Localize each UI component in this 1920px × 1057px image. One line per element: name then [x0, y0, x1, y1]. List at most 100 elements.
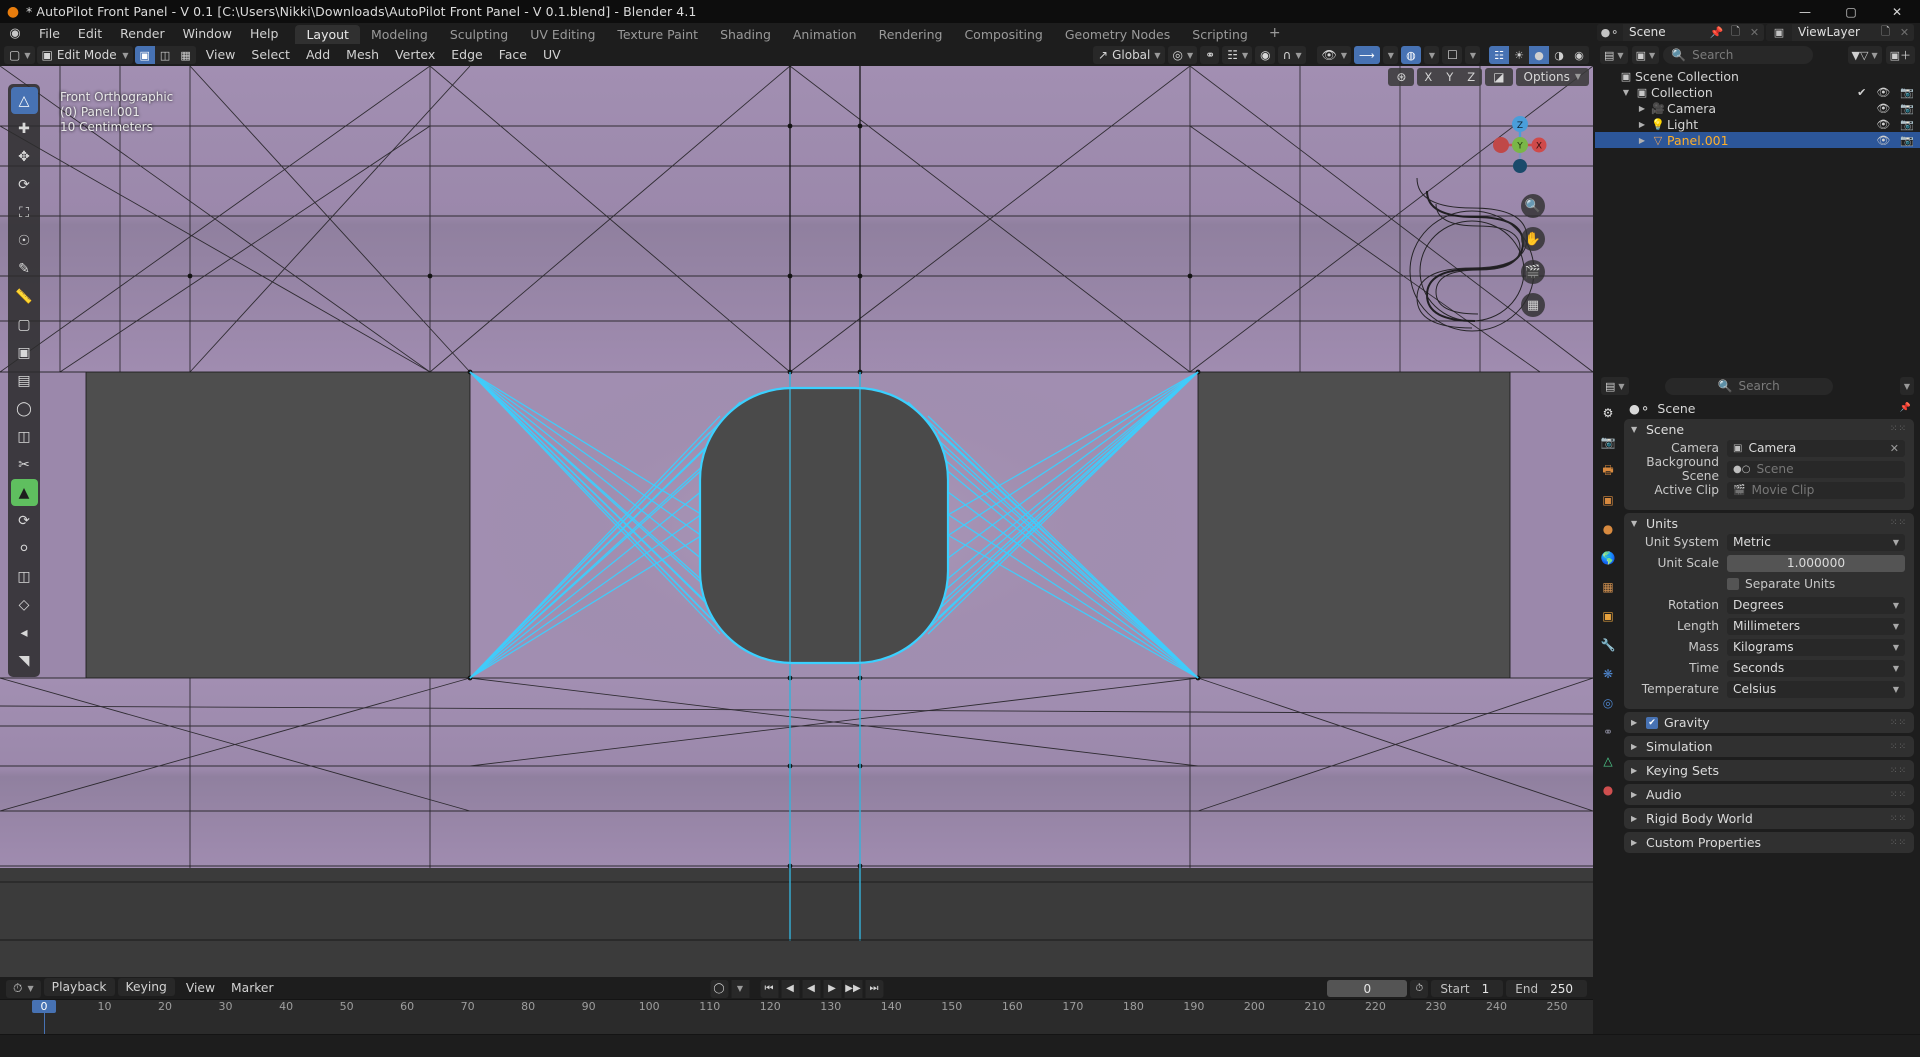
close-button[interactable]: ✕	[1874, 0, 1920, 23]
viewport-menu-add[interactable]: Add	[298, 44, 338, 66]
viewport-menu-face[interactable]: Face	[491, 44, 535, 66]
collection-properties-tab-icon[interactable]: ▦	[1598, 577, 1618, 597]
record-icon[interactable]: ◯	[710, 979, 728, 998]
panel-header[interactable]: ▼ Units ⁙⁙	[1624, 513, 1914, 533]
jump-to-start-button[interactable]: ⏮	[760, 979, 778, 998]
property-field-unit-scale[interactable]: 1.000000	[1727, 554, 1905, 572]
panel-header[interactable]: ▶ ✔ Gravity ⁙⁙	[1624, 712, 1914, 733]
render-camera-icon[interactable]: 📷	[1900, 102, 1914, 115]
move-tool-icon[interactable]: ✥	[11, 143, 38, 170]
panel-header[interactable]: ▼ Scene ⁙⁙	[1624, 419, 1914, 439]
axis-x-button[interactable]: X	[1417, 68, 1439, 86]
snap-target-dropdown[interactable]: ☷ ▼	[1222, 46, 1253, 64]
inset-faces-tool-icon[interactable]: ▤	[11, 367, 38, 394]
property-field-rotation[interactable]: Degrees ▼	[1727, 596, 1905, 614]
snap-magnet-icon[interactable]: ⚭	[1200, 46, 1220, 64]
properties-editor[interactable]: ▤ ▼ 🔍 Search ▼ ⚙ 📷 🖶 ▣ ● 🌎 ▦ ▣ 🔧 ❋ ◎ ⚭ △ …	[1595, 375, 1920, 977]
scene-name[interactable]: Scene	[1623, 24, 1707, 41]
workspace-tab-geometry-nodes[interactable]: Geometry Nodes	[1054, 25, 1181, 44]
3d-viewport[interactable]: ▢ ▼ ▣ Edit Mode ▼ ▣ ◫ ▦ View Select Add Mesh…	[0, 44, 1593, 977]
exclude-checkbox[interactable]: ✔	[1857, 86, 1866, 99]
workspace-tab-shading[interactable]: Shading	[709, 25, 782, 44]
outliner-row-scene-collection[interactable]: ▣ Scene Collection	[1595, 68, 1920, 84]
workspace-tab-rendering[interactable]: Rendering	[868, 25, 954, 44]
menu-edit[interactable]: Edit	[69, 23, 111, 44]
panel-grip[interactable]: ⁙⁙	[1890, 518, 1907, 528]
new-viewlayer-copy-icon[interactable]: 🗋	[1876, 24, 1895, 41]
start-frame-field[interactable]: Start 1	[1431, 980, 1504, 997]
panel-grip[interactable]: ⁙⁙	[1890, 424, 1907, 434]
properties-panel-keying-sets[interactable]: ▶ Keying Sets ⁙⁙	[1624, 760, 1914, 781]
chevron-down-icon[interactable]: ▼	[1619, 88, 1633, 97]
previous-keyframe-button[interactable]: ◀	[781, 979, 799, 998]
properties-search-input[interactable]: 🔍 Search	[1664, 377, 1833, 395]
property-field-unit-system[interactable]: Metric ▼	[1727, 533, 1905, 551]
pan-hand-icon[interactable]: ✋	[1521, 227, 1545, 251]
timeline-menu-playback[interactable]: Playback	[43, 978, 115, 996]
transform-orientation-dropdown[interactable]: ↗ Global ▼	[1093, 46, 1165, 64]
current-frame-field[interactable]: 0	[1327, 980, 1408, 997]
property-field-time[interactable]: Seconds ▼	[1727, 659, 1905, 677]
modifier-properties-tab-icon[interactable]: 🔧	[1598, 635, 1618, 655]
timeline-menu-view[interactable]: View	[178, 978, 223, 999]
delete-scene-icon[interactable]: ✕	[1745, 24, 1764, 41]
shrink-fatten-tool-icon[interactable]: ◫	[11, 563, 38, 590]
panel-grip[interactable]: ⁙⁙	[1890, 718, 1907, 728]
viewlayer-name[interactable]: ViewLayer	[1792, 24, 1876, 41]
visibility-eye-icon[interactable]: 👁	[1876, 102, 1890, 115]
toggle-perspective-icon[interactable]: ▦	[1521, 293, 1545, 317]
measure-tool-icon[interactable]: 📏	[11, 283, 38, 310]
material-properties-tab-icon[interactable]: ●	[1598, 780, 1618, 800]
overlay-options-dropdown[interactable]: ▼	[1423, 46, 1440, 64]
outliner-editor-type-icon[interactable]: ▤ ▼	[1600, 46, 1628, 64]
outliner-row-collection[interactable]: ▼ ▣ Collection ✔ 👁 📷	[1595, 84, 1920, 100]
viewport-menu-mesh[interactable]: Mesh	[338, 44, 387, 66]
gizmo-options-dropdown[interactable]: ▼	[1382, 46, 1398, 64]
shading-options-dropdown[interactable]: ◉	[1569, 46, 1589, 64]
material-preview-shading-icon[interactable]: ●	[1529, 46, 1549, 64]
viewport-menu-vertex[interactable]: Vertex	[387, 44, 443, 66]
timeline-menu-keying[interactable]: Keying	[117, 978, 175, 996]
panel-grip[interactable]: ⁙⁙	[1890, 814, 1907, 824]
pivot-point-dropdown[interactable]: ◎ ▼	[1167, 46, 1198, 64]
new-scene-copy-icon[interactable]: 🗋	[1726, 24, 1745, 41]
viewport-menu-view[interactable]: View	[198, 44, 244, 66]
workspace-tab-uv-editing[interactable]: UV Editing	[519, 25, 606, 44]
smooth-tool-icon[interactable]: ⚪	[11, 535, 38, 562]
chevron-right-icon[interactable]: ▶	[1635, 120, 1649, 129]
panel-header[interactable]: ▶ Custom Properties ⁙⁙	[1624, 832, 1914, 853]
property-field-mass[interactable]: Kilograms ▼	[1727, 638, 1905, 656]
property-field-background-scene[interactable]: ●○ Scene	[1727, 460, 1905, 478]
scene-properties-tab-icon[interactable]: ●	[1598, 519, 1618, 539]
properties-panel-rigid-body-world[interactable]: ▶ Rigid Body World ⁙⁙	[1624, 808, 1914, 829]
properties-panel-custom-properties[interactable]: ▶ Custom Properties ⁙⁙	[1624, 832, 1914, 853]
pin-icon[interactable]: 📌	[1900, 403, 1912, 413]
poly-build-tool-icon[interactable]: ▲	[10, 479, 38, 506]
blender-logo-icon[interactable]: ◉	[0, 26, 30, 41]
cursor-tool-icon[interactable]: ✚	[11, 115, 38, 142]
play-button[interactable]: ▶	[823, 979, 841, 998]
extrude-region-tool-icon[interactable]: ▣	[11, 339, 38, 366]
scene-field[interactable]: ●⚬ Scene 📌 🗋 ✕	[1597, 24, 1764, 41]
filter-icon[interactable]: ▼▽ ▼	[1847, 46, 1882, 64]
visibility-eye-icon[interactable]: 👁	[1876, 118, 1890, 131]
timeline-editor-type-icon[interactable]: ⏱ ▼	[6, 979, 41, 998]
panel-grip[interactable]: ⁙⁙	[1890, 766, 1907, 776]
checkbox[interactable]	[1727, 578, 1739, 590]
workspace-tab-modeling[interactable]: Modeling	[360, 25, 439, 44]
property-field-active-clip[interactable]: 🎬 Movie Clip	[1727, 481, 1905, 499]
maximize-button[interactable]: ▢	[1828, 0, 1874, 23]
show-gizmo-icon[interactable]: 👁 ▼	[1316, 46, 1351, 64]
visibility-eye-icon[interactable]: 👁	[1876, 134, 1890, 147]
editor-type-icon[interactable]: ▢ ▼	[4, 46, 35, 64]
clear-icon[interactable]: ✕	[1890, 442, 1899, 455]
properties-panel-gravity[interactable]: ▶ ✔ Gravity ⁙⁙	[1624, 712, 1914, 733]
outliner-editor[interactable]: ▤ ▼ ▣ ▼ 🔍 Search ▼▽ ▼ ▣＋ ▣ Scene Collection ▼…	[1595, 44, 1920, 374]
workspace-tab-compositing[interactable]: Compositing	[953, 25, 1053, 44]
particle-properties-tab-icon[interactable]: ❋	[1598, 664, 1618, 684]
proportional-falloff-dropdown[interactable]: ∩ ▼	[1277, 46, 1306, 64]
outliner-display-mode-dropdown[interactable]: ▣ ▼	[1631, 46, 1660, 64]
axis-y-button[interactable]: Y	[1439, 68, 1460, 86]
data-properties-tab-icon[interactable]: △	[1598, 751, 1618, 771]
checkbox-container[interactable]: Separate Units	[1727, 577, 1905, 591]
